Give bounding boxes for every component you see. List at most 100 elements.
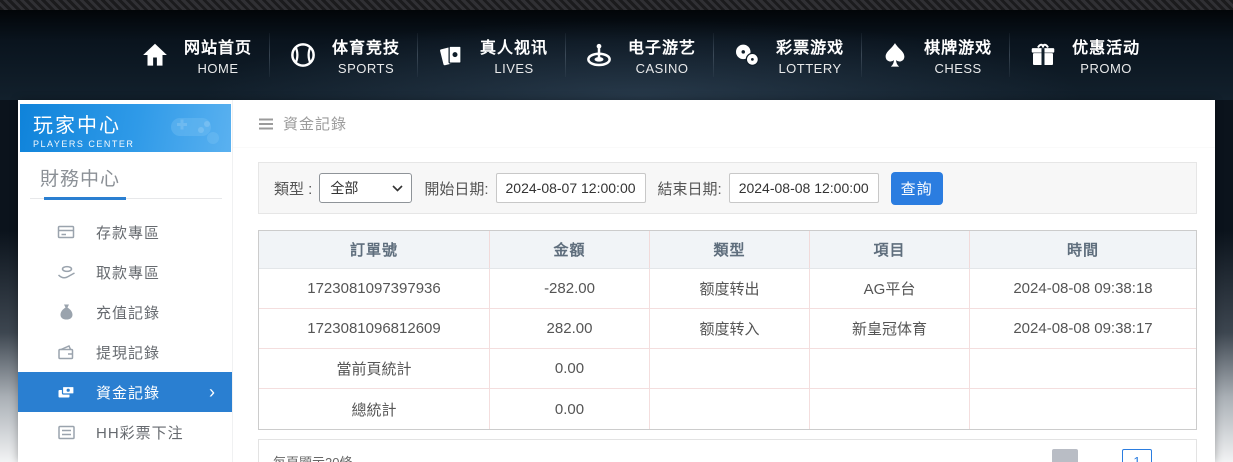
cell-time: 2024-08-08 09:38:17 [1013, 320, 1153, 337]
pager: 1 [1052, 449, 1152, 462]
cashout-icon [56, 342, 76, 362]
nav-item-lives[interactable]: 真人视讯 LIVES [418, 29, 565, 81]
table-row-grand-total: 總統計 0.00 [259, 389, 1196, 429]
nav-label-zh: 体育竞技 [332, 40, 401, 57]
nav-label-zh: 优惠活动 [1072, 40, 1141, 57]
nav-label-zh: 真人视讯 [480, 40, 549, 57]
cell-type: 额度转出 [650, 269, 810, 308]
nav-item-casino[interactable]: 电子游艺 CASINO [566, 29, 713, 81]
table-row: 1723081096812609 282.00 额度转入 新皇冠体育 2024-… [259, 309, 1196, 349]
cell-item: 新皇冠体育 [810, 309, 970, 348]
cell-label: 當前頁統計 [259, 349, 490, 388]
start-date-input[interactable] [495, 173, 646, 203]
search-button[interactable]: 查詢 [890, 171, 943, 205]
nav-items: 网站首页 HOME 体育竞技 SPORTS 真人视讯 LIVES 电子游艺 CA… [122, 10, 1157, 100]
type-select[interactable]: 全部 [319, 173, 413, 203]
pagination-bar: 每頁顯示20條 1 [258, 439, 1197, 462]
page-size-text: 每頁顯示20條 [273, 454, 353, 462]
top-texture-strip [0, 0, 1233, 10]
nav-label-en: LOTTERY [778, 61, 842, 76]
nav-label-en: HOME [197, 61, 239, 76]
sidebar: 玩家中心 PLAYERS CENTER 財務中心 存款專區 取款專區 充值記錄 … [18, 100, 233, 462]
cell-amount: 282.00 [490, 309, 650, 348]
nav-label-en: LIVES [494, 61, 534, 76]
nav-label-zh: 彩票游戏 [776, 40, 845, 57]
funds-icon [56, 382, 76, 402]
menu-lines-icon [258, 117, 274, 131]
sidebar-item-label: 資金記錄 [96, 384, 161, 402]
sidebar-item-cashout[interactable]: 提現記錄 [18, 332, 232, 372]
col-header-order-no: 訂單號 [259, 231, 490, 268]
nav-label-en: CHESS [934, 61, 982, 76]
table-header-row: 訂單號 金額 類型 項目 時間 [259, 231, 1196, 269]
nav-label-zh: 网站首页 [184, 40, 253, 57]
sidebar-menu: 存款專區 取款專區 充值記錄 提現記錄 資金記錄 › HH彩票下注 [18, 212, 232, 462]
gamepad-icon [171, 118, 219, 144]
section-divider [30, 197, 222, 200]
nav-item-lottery[interactable]: 彩票游戏 LOTTERY [714, 29, 861, 81]
deposit-icon [56, 222, 76, 242]
cell-item: AG平台 [810, 269, 970, 308]
sidebar-item-label: 充值記錄 [96, 304, 161, 322]
table-row-page-total: 當前頁統計 0.00 [259, 349, 1196, 389]
chevron-right-icon: › [209, 382, 216, 402]
cell-type: 额度转入 [650, 309, 810, 348]
content-panel: 玩家中心 PLAYERS CENTER 財務中心 存款專區 取款專區 充值記錄 … [18, 100, 1215, 462]
cell-time: 2024-08-08 09:38:18 [1013, 280, 1153, 297]
main-content: 資金記錄 類型 : 全部 開始日期: 結束日期: 查詢 訂單號 金額 類型 項目… [233, 100, 1215, 462]
playing-cards-icon [435, 39, 467, 71]
nav-label-zh: 电子游艺 [628, 40, 697, 57]
type-select-value: 全部 [330, 180, 359, 196]
home-icon [139, 39, 171, 71]
finance-center-heading: 財務中心 [40, 169, 121, 190]
end-date-input[interactable] [728, 173, 879, 203]
page-title: 資金記錄 [283, 116, 348, 133]
col-header-amount: 金額 [490, 231, 650, 268]
sidebar-header: 玩家中心 PLAYERS CENTER [20, 104, 231, 152]
gift-icon [1027, 39, 1059, 71]
breadcrumb: 資金記錄 [233, 100, 1215, 148]
nav-item-promo[interactable]: 优惠活动 PROMO [1010, 29, 1157, 81]
withdraw-icon [56, 262, 76, 282]
sidebar-item-hh-lottery-bets[interactable]: HH彩票下注 [18, 412, 232, 452]
nav-label-en: CASINO [635, 61, 689, 76]
prev-page-button[interactable] [1052, 449, 1078, 462]
funds-table: 訂單號 金額 類型 項目 時間 1723081097397936 -282.00… [258, 230, 1197, 430]
cell-amount: -282.00 [490, 269, 650, 308]
nav-label-en: PROMO [1080, 61, 1132, 76]
sidebar-item-recharge[interactable]: 充值記錄 [18, 292, 232, 332]
col-header-item: 項目 [810, 231, 970, 268]
main-nav: 网站首页 HOME 体育竞技 SPORTS 真人视讯 LIVES 电子游艺 CA… [0, 10, 1233, 100]
sidebar-item-deposit[interactable]: 存款專區 [18, 212, 232, 252]
nav-label-en: SPORTS [337, 61, 395, 76]
start-date-label: 開始日期: [424, 180, 489, 198]
roulette-icon [583, 39, 615, 71]
cell-amount: 0.00 [490, 389, 650, 429]
end-date-label: 結束日期: [657, 180, 722, 198]
sidebar-item-label: 取款專區 [96, 264, 161, 282]
nav-item-home[interactable]: 网站首页 HOME [122, 29, 269, 81]
cell-amount: 0.00 [490, 349, 650, 388]
table-row: 1723081097397936 -282.00 额度转出 AG平台 2024-… [259, 269, 1196, 309]
sidebar-item-label: 提現記錄 [96, 344, 161, 362]
col-header-time: 時間 [1066, 242, 1099, 259]
cell-label: 總統計 [259, 389, 490, 429]
nav-label-zh: 棋牌游戏 [924, 40, 993, 57]
sidebar-item-label: HH彩票下注 [96, 424, 184, 442]
nav-item-chess[interactable]: 棋牌游戏 CHESS [862, 29, 1009, 81]
sidebar-item-label: 存款專區 [96, 224, 161, 242]
col-header-type: 類型 [650, 231, 810, 268]
current-page-button[interactable]: 1 [1122, 449, 1152, 462]
sidebar-item-withdraw[interactable]: 取款專區 [18, 252, 232, 292]
lottery-balls-icon [731, 39, 763, 71]
filter-bar: 類型 : 全部 開始日期: 結束日期: 查詢 [258, 162, 1197, 214]
nav-item-sports[interactable]: 体育竞技 SPORTS [270, 29, 417, 81]
recharge-icon [56, 302, 76, 322]
sidebar-item-royal-bet-records[interactable]: 皇家投註記錄 [18, 452, 232, 462]
cell-order-no: 1723081097397936 [259, 269, 490, 308]
sidebar-item-funds[interactable]: 資金記錄 › [18, 372, 232, 412]
type-label: 類型 : [274, 180, 313, 198]
cell-order-no: 1723081096812609 [259, 309, 490, 348]
sports-ball-icon [287, 39, 319, 71]
lottery-bet-icon [56, 422, 76, 442]
